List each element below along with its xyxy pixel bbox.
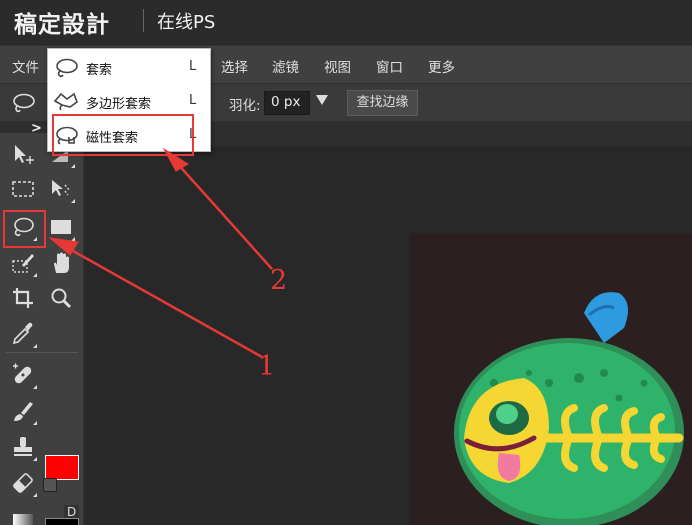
annotation-label-2: 2 [270,265,288,296]
annotation-arrows [48,147,273,359]
annotation-label-1: 1 [258,351,276,382]
